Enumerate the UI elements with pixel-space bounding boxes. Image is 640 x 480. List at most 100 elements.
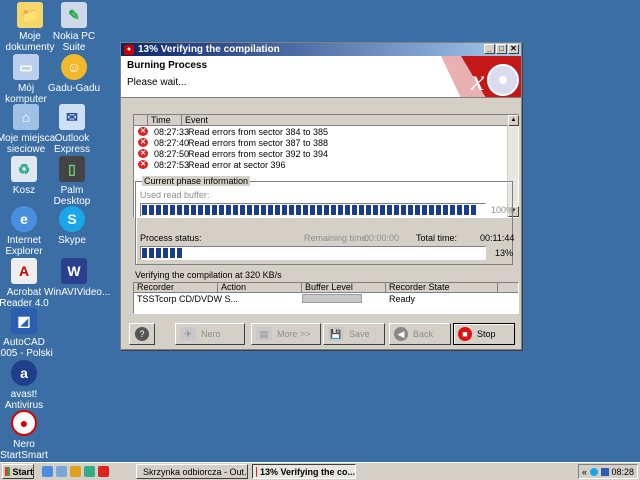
desktop-icon-outlook[interactable]: ✉ Outlook Express bbox=[42, 104, 102, 155]
nero-quicklaunch-icon[interactable] bbox=[98, 466, 109, 477]
progress-block bbox=[177, 205, 182, 215]
desktop-icon-nokia[interactable]: ✎ Nokia PC Suite bbox=[44, 2, 104, 53]
process-progress-pct: 13% bbox=[495, 248, 514, 258]
total-time-value: 00:11:44 bbox=[480, 233, 515, 243]
quick-launch bbox=[42, 466, 109, 477]
recorder-header: Recorder Action Buffer Level Recorder St… bbox=[134, 283, 518, 293]
log-col-event[interactable]: Event bbox=[182, 115, 508, 125]
help-button[interactable]: ? bbox=[129, 323, 155, 345]
desktop-icon-autocad[interactable]: ◩ AutoCAD 2005 - Polski bbox=[0, 308, 54, 359]
recorder-row[interactable]: TSSTcorp CD/DVDW S... Ready bbox=[134, 293, 518, 304]
desktop-icon-label: Outlook Express bbox=[53, 133, 91, 155]
window-header: Burning Process Please wait... x bbox=[121, 56, 521, 98]
save-button[interactable]: 💾 Save bbox=[323, 323, 385, 345]
log-time: 08:27:33 bbox=[154, 126, 190, 137]
desktop-icon-label: Palm Desktop bbox=[53, 185, 91, 207]
desktop-quicklaunch-icon[interactable] bbox=[56, 466, 67, 477]
maximize-button[interactable]: □ bbox=[496, 44, 507, 54]
desktop-icon-label: AutoCAD 2005 - Polski bbox=[0, 337, 53, 359]
log-row[interactable]: ✕ 08:27:33 Read errors from sector 384 to … bbox=[134, 126, 518, 137]
desktop-icon-gadu-gadu[interactable]: ☺ Gadu-Gadu bbox=[44, 54, 104, 94]
log-row[interactable]: ✕ 08:27:50 Read errors from sector 392 to … bbox=[134, 148, 518, 159]
recorder-list[interactable]: Recorder Action Buffer Level Recorder St… bbox=[133, 282, 519, 314]
progress-block bbox=[149, 205, 154, 215]
media-quicklaunch-icon[interactable] bbox=[70, 466, 81, 477]
nokia-icon: ✎ bbox=[61, 2, 87, 28]
recycle-bin-icon: ♻ bbox=[11, 156, 37, 182]
ie-quicklaunch-icon[interactable] bbox=[42, 466, 53, 477]
process-progress-bar bbox=[140, 246, 486, 260]
progress-block bbox=[205, 205, 210, 215]
app-quicklaunch-icon[interactable] bbox=[84, 466, 95, 477]
progress-block bbox=[408, 205, 413, 215]
nero-icon: ● bbox=[11, 410, 37, 436]
back-button[interactable]: ◀ Back bbox=[389, 323, 451, 345]
progress-block bbox=[226, 205, 231, 215]
progress-block bbox=[142, 205, 147, 215]
back-arrow-icon: ◀ bbox=[394, 327, 408, 341]
progress-block bbox=[401, 205, 406, 215]
remaining-time-value: 00:00:00 bbox=[364, 233, 400, 243]
log-col-time[interactable]: Time bbox=[148, 115, 182, 125]
rec-col-state[interactable]: Recorder State bbox=[386, 283, 498, 292]
log-row[interactable]: ✕ 08:27:40 Read errors from sector 387 to … bbox=[134, 137, 518, 148]
network-icon: ⌂ bbox=[13, 104, 39, 130]
progress-block bbox=[212, 205, 217, 215]
log-rows: ✕ 08:27:33 Read errors from sector 384 to … bbox=[134, 126, 518, 170]
rec-col-recorder[interactable]: Recorder bbox=[134, 283, 218, 292]
rec-col-action[interactable]: Action bbox=[218, 283, 302, 292]
progress-block bbox=[373, 205, 378, 215]
taskbar: Start Skrzynka odbiorcza - Out... 13% Ve… bbox=[0, 462, 640, 480]
progress-block bbox=[177, 248, 182, 258]
nero-button[interactable]: ✈ Nero bbox=[175, 323, 245, 345]
progress-block bbox=[268, 205, 273, 215]
skype-icon: S bbox=[59, 206, 85, 232]
task-outlook[interactable]: Skrzynka odbiorcza - Out... bbox=[136, 464, 248, 479]
desktop-icon-nero[interactable]: ● Nero StartSmart bbox=[0, 410, 54, 461]
progress-block bbox=[436, 205, 441, 215]
progress-block bbox=[380, 205, 385, 215]
desktop-icon-winavi[interactable]: W WinAVIVideo... bbox=[44, 258, 110, 298]
tray-expand-icon[interactable]: « bbox=[582, 467, 587, 477]
stop-button[interactable]: ■ Stop bbox=[453, 323, 515, 345]
progress-block bbox=[317, 205, 322, 215]
start-button[interactable]: Start bbox=[2, 464, 34, 479]
desktop-icon-skype[interactable]: S Skype bbox=[42, 206, 102, 246]
phase-legend: Current phase information bbox=[142, 176, 251, 186]
desktop-icon-label: Gadu-Gadu bbox=[47, 83, 101, 94]
save-button-label: Save bbox=[349, 329, 370, 339]
progress-block bbox=[443, 205, 448, 215]
progress-block bbox=[296, 205, 301, 215]
error-icon: ✕ bbox=[138, 138, 148, 147]
error-icon: ✕ bbox=[138, 127, 148, 136]
close-button[interactable]: ✕ bbox=[508, 44, 519, 54]
log-header: Time Event bbox=[134, 115, 518, 126]
log-time: 08:27:40 bbox=[154, 137, 190, 148]
progress-block bbox=[156, 205, 161, 215]
more-button[interactable]: ▤ More >> bbox=[251, 323, 321, 345]
nero-button-label: Nero bbox=[201, 329, 221, 339]
error-icon: ✕ bbox=[138, 160, 148, 169]
network-tray-icon[interactable] bbox=[600, 467, 609, 476]
rec-col-buffer[interactable]: Buffer Level bbox=[302, 283, 386, 292]
log-event: Read errors from sector 384 to 385 bbox=[188, 126, 329, 137]
desktop-icon-avast[interactable]: a avast! Antivirus bbox=[0, 360, 54, 411]
log-row[interactable]: ✕ 08:27:53 Read error at sector 396 bbox=[134, 159, 518, 170]
minimize-button[interactable]: _ bbox=[484, 44, 495, 54]
progress-block bbox=[303, 205, 308, 215]
progress-block bbox=[170, 248, 175, 258]
skype-tray-icon[interactable] bbox=[589, 467, 598, 476]
progress-block bbox=[359, 205, 364, 215]
gadu-icon: ☺ bbox=[61, 54, 87, 80]
task-label: 13% Verifying the co... bbox=[259, 466, 355, 477]
task-nero[interactable]: 13% Verifying the co... bbox=[252, 464, 356, 479]
recorder-buffer-cell bbox=[302, 294, 386, 303]
desktop-icon-palm[interactable]: ▯ Palm Desktop bbox=[42, 156, 102, 207]
scroll-up-button[interactable]: ▲ bbox=[508, 115, 519, 126]
log-event: Read errors from sector 387 to 388 bbox=[188, 137, 329, 148]
desktop-icon-label: avast! Antivirus bbox=[4, 389, 44, 411]
window-titlebar[interactable]: ● 13% Verifying the compilation _ □ ✕ bbox=[121, 43, 521, 56]
log-time: 08:27:50 bbox=[154, 148, 190, 159]
progress-block bbox=[394, 205, 399, 215]
progress-block bbox=[422, 205, 427, 215]
